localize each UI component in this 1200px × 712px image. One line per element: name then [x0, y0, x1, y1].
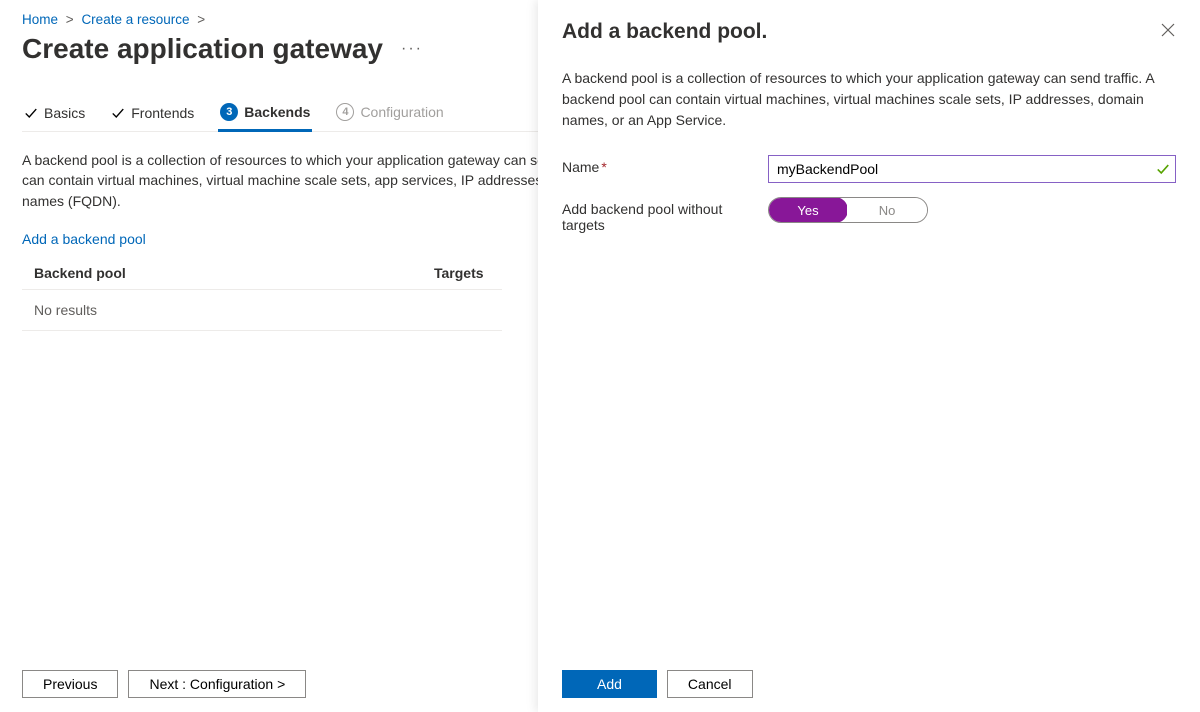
valid-check-icon	[1156, 162, 1170, 176]
tab-configuration: 4 Configuration	[334, 95, 445, 131]
table-empty-row: No results	[22, 290, 502, 331]
page-title: Create application gateway	[22, 33, 383, 65]
column-header-pool[interactable]: Backend pool	[34, 265, 434, 281]
add-backend-pool-link[interactable]: Add a backend pool	[22, 231, 146, 247]
cancel-button[interactable]: Cancel	[667, 670, 753, 698]
no-targets-label: Add backend pool without targets	[562, 197, 768, 233]
previous-button[interactable]: Previous	[22, 670, 118, 698]
more-menu-icon[interactable]: ···	[397, 36, 427, 62]
tab-frontends[interactable]: Frontends	[109, 97, 196, 131]
tab-label: Basics	[44, 105, 85, 121]
name-label: Name*	[562, 155, 768, 175]
tab-backends[interactable]: 3 Backends	[218, 95, 312, 132]
tab-label: Frontends	[131, 105, 194, 121]
breadcrumb-home[interactable]: Home	[22, 12, 58, 27]
breadcrumb-sep: >	[197, 12, 205, 27]
backend-pools-table: Backend pool Targets No results	[22, 257, 502, 331]
tab-label: Configuration	[360, 104, 443, 120]
add-button[interactable]: Add	[562, 670, 657, 698]
check-icon	[111, 106, 125, 120]
blade-title: Add a backend pool.	[562, 20, 767, 44]
step-number-badge: 4	[336, 103, 354, 121]
toggle-no[interactable]: No	[847, 198, 927, 222]
check-icon	[24, 106, 38, 120]
next-button[interactable]: Next : Configuration >	[128, 670, 306, 698]
tab-basics[interactable]: Basics	[22, 97, 87, 131]
name-input[interactable]	[768, 155, 1176, 183]
column-header-targets[interactable]: Targets	[434, 265, 484, 281]
close-icon[interactable]	[1160, 22, 1176, 38]
add-backend-pool-blade: Add a backend pool. A backend pool is a …	[538, 0, 1200, 712]
breadcrumb-create-resource[interactable]: Create a resource	[81, 12, 189, 27]
toggle-yes[interactable]: Yes	[768, 197, 848, 223]
tab-label: Backends	[244, 104, 310, 120]
blade-description: A backend pool is a collection of resour…	[562, 68, 1176, 131]
step-number-badge: 3	[220, 103, 238, 121]
breadcrumb-sep: >	[66, 12, 74, 27]
no-targets-toggle[interactable]: Yes No	[768, 197, 928, 223]
required-asterisk: *	[601, 159, 606, 175]
